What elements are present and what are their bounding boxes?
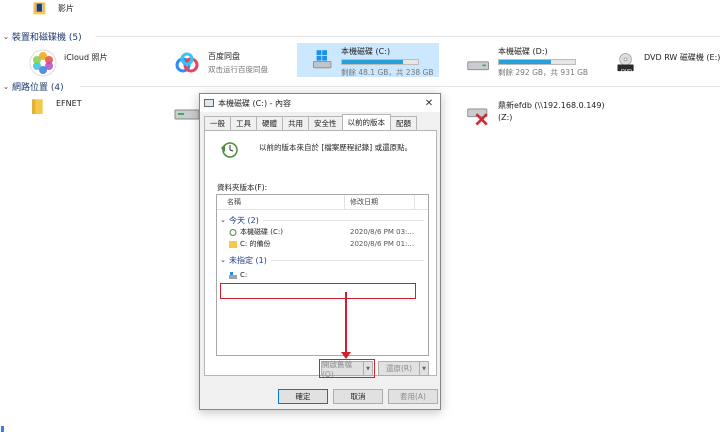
version-date: 2020/8/6 PM 03:... xyxy=(350,228,415,236)
sort-caret-icon: ⌄ xyxy=(373,194,379,201)
dialog-title: 本機磁碟 (C:) - 內容 xyxy=(218,98,292,108)
dvd-drive-label: DVD RW 磁碟機 (E:) xyxy=(644,53,720,62)
version-name: C: 的備份 xyxy=(240,240,271,248)
local-disk-d-space: 剩餘 292 GB，共 931 GB xyxy=(498,68,589,77)
videos-folder-icon xyxy=(33,2,46,15)
icloud-photos-label: iCloud 照片 xyxy=(64,53,108,62)
group-today[interactable]: ⌄ 今天 (2) xyxy=(217,214,428,226)
disk-d-usage-bar xyxy=(498,59,576,65)
tab-previous-versions[interactable]: 以前的版本 xyxy=(341,114,391,130)
efnet-label: EFNET xyxy=(56,99,82,108)
chevron-down-icon: ⌄ xyxy=(220,216,226,224)
group-unspecified-label: 未指定 (1) xyxy=(229,255,267,265)
drive-icon xyxy=(229,271,237,279)
dialog-titlebar[interactable]: 本機磁碟 (C:) - 內容 ✕ xyxy=(200,94,440,112)
version-row-c-backup[interactable]: C: 的備份 2020/8/6 PM 01:... xyxy=(217,238,428,250)
windows-drive-icon xyxy=(313,50,332,69)
disconnected-drive-icon xyxy=(467,108,488,126)
devices-section-header[interactable]: ⌄ 裝置和磁碟機 (5) xyxy=(0,29,82,43)
annotation-arrow-head xyxy=(341,352,351,359)
annotation-arrow-line xyxy=(345,292,347,354)
previous-versions-description: 以前的版本來自於 [檔案歷程記錄] 或還原點。 xyxy=(259,143,413,152)
baidu-cloud-icon xyxy=(175,52,199,73)
folder-icon xyxy=(32,99,43,114)
local-disk-c-label: 本機磁碟 (C:) xyxy=(341,47,391,56)
local-disk-c-space: 剩餘 48.1 GB，共 238 GB xyxy=(341,68,434,77)
group-today-label: 今天 (2) xyxy=(229,215,259,225)
version-date: 2020/8/6 PM 01:... xyxy=(350,240,415,248)
network-drive-z-label: 鼎新efdb (\\192.168.0.149) xyxy=(498,101,605,110)
restore-point-icon xyxy=(229,228,237,236)
versions-list[interactable]: 名稱 ⌄ 修改日期 ⌄ 今天 (2) 本機磁碟 (C:) 2020/8/6 PM… xyxy=(216,194,429,356)
group-unspecified[interactable]: ⌄ 未指定 (1) xyxy=(217,254,428,266)
baidu-drive-label: 百度同盘 xyxy=(208,52,240,61)
tab-hardware[interactable]: 硬體 xyxy=(256,116,283,130)
icloud-photos-icon xyxy=(29,49,57,77)
network-drive-icon xyxy=(174,109,200,120)
icloud-photos-drive[interactable]: iCloud 照片 xyxy=(28,48,148,78)
version-name: C: xyxy=(240,271,248,279)
column-name[interactable]: 名稱 xyxy=(217,195,345,209)
videos-label: 影片 xyxy=(58,4,74,13)
dialog-tabs: 一般 工具 硬體 共用 安全性 以前的版本 配額 xyxy=(204,114,417,130)
baidu-drive[interactable]: 百度同盘 双击运行百度同盘 xyxy=(172,48,292,78)
tab-sharing[interactable]: 共用 xyxy=(282,116,309,130)
previous-versions-panel: 以前的版本來自於 [檔案歷程記錄] 或還原點。 資料夾版本(F): 名稱 ⌄ 修… xyxy=(204,130,437,379)
chevron-down-icon: ⌄ xyxy=(2,31,10,41)
version-row-local-disk[interactable]: 本機磁碟 (C:) 2020/8/6 PM 03:... xyxy=(217,226,428,238)
highlight-box-open-button xyxy=(319,359,375,378)
drive-title-icon xyxy=(204,99,214,107)
ok-button[interactable]: 確定 xyxy=(278,389,328,404)
folder-versions-label: 資料夾版本(F): xyxy=(217,183,268,192)
videos-folder[interactable]: 影片 xyxy=(32,0,74,22)
tab-quota[interactable]: 配額 xyxy=(390,116,417,130)
chevron-down-icon: ⌄ xyxy=(2,81,10,91)
chevron-down-icon: ⌄ xyxy=(220,256,226,264)
tab-tools[interactable]: 工具 xyxy=(230,116,257,130)
tab-general[interactable]: 一般 xyxy=(204,116,231,130)
close-icon[interactable]: ✕ xyxy=(418,94,440,112)
dvd-rw-drive[interactable]: DVD DVD RW 磁碟機 (E:) xyxy=(616,48,720,78)
network-section-header[interactable]: ⌄ 網路位置 (4) xyxy=(0,79,64,93)
local-disk-c[interactable]: 本機磁碟 (C:) 剩餘 48.1 GB，共 238 GB xyxy=(297,43,439,77)
local-disk-d-label: 本機磁碟 (D:) xyxy=(498,47,548,56)
folder-icon xyxy=(229,240,237,248)
restore-clock-icon xyxy=(221,142,238,158)
apply-button[interactable]: 套用(A) xyxy=(388,389,438,404)
status-bar-fragment xyxy=(1,426,4,432)
chevron-down-icon[interactable]: ▼ xyxy=(419,362,428,375)
versions-list-header: 名稱 ⌄ 修改日期 xyxy=(217,195,428,210)
network-drive-z-letter: (Z:) xyxy=(498,113,513,122)
restore-button[interactable]: 還原(R) ▼ xyxy=(378,361,429,376)
cancel-button[interactable]: 取消 xyxy=(333,389,383,404)
restore-button-label: 還原(R) xyxy=(385,364,413,373)
hard-drive-icon xyxy=(467,61,489,71)
network-header-label: 網路位置 (4) xyxy=(12,82,64,93)
version-row-c[interactable]: C: xyxy=(217,269,428,281)
disk-c-usage-bar xyxy=(341,59,419,65)
network-drive-z[interactable]: 鼎新efdb (\\192.168.0.149) (Z:) xyxy=(466,100,626,130)
devices-header-label: 裝置和磁碟機 (5) xyxy=(12,32,82,43)
version-name: 本機磁碟 (C:) xyxy=(240,228,283,236)
column-date[interactable]: ⌄ 修改日期 xyxy=(345,195,415,209)
dvd-badge: DVD xyxy=(621,69,633,75)
properties-dialog: 本機磁碟 (C:) - 內容 ✕ 一般 工具 硬體 共用 安全性 以前的版本 配… xyxy=(199,93,441,410)
baidu-drive-sub: 双击运行百度同盘 xyxy=(208,65,268,74)
local-disk-d[interactable]: 本機磁碟 (D:) 剩餘 292 GB，共 931 GB xyxy=(466,46,606,77)
highlight-box-c-version xyxy=(220,283,416,299)
efnet-folder[interactable]: EFNET xyxy=(30,96,130,126)
tab-security[interactable]: 安全性 xyxy=(308,116,343,130)
